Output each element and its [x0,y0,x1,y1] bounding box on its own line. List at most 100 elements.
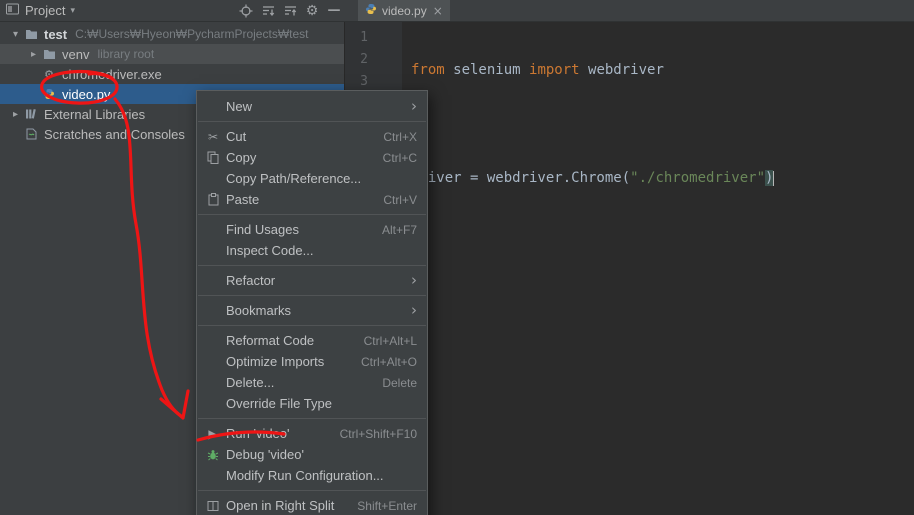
menu-item-label: Reformat Code [226,333,315,348]
menu-item-inspect-code[interactable]: Inspect Code... [197,240,427,261]
menu-item-shortcut: Ctrl+Shift+F10 [339,426,417,441]
menu-separator [198,265,426,266]
split-right-icon [203,500,223,512]
menu-item-label: Modify Run Configuration... [226,468,384,483]
text-cursor [773,171,775,186]
line-number: 1 [360,30,368,45]
menu-separator [198,490,426,491]
menu-item-label: Refactor [226,273,276,288]
project-toolwindow-icon [6,2,19,20]
exe-file-icon: ⚙ [44,67,54,81]
menu-item-delete[interactable]: Delete... Delete [197,372,427,393]
chevron-down-icon[interactable]: ▾ [70,6,75,16]
code-editor[interactable]: from selenium import webdriver driver = … [402,22,914,515]
menu-item-label: Find Usages [226,222,299,237]
menu-item-label: Inspect Code... [226,243,314,258]
menu-item-new[interactable]: New › [197,96,427,117]
menu-item-copy-path-reference[interactable]: Copy Path/Reference... [197,168,427,189]
tree-item-path: C:₩Users₩Hyeon₩PycharmProjects₩test [75,27,309,41]
keyword: import [529,62,580,78]
menu-item-label: Cut [226,129,247,144]
chevron-down-icon[interactable]: ▾ [8,29,23,40]
menu-item-shortcut: Shift+Enter [357,498,417,513]
menu-item-shortcut: Ctrl+X [383,129,417,144]
menu-item-open-in-right-split[interactable]: Open in Right Split Shift+Enter [197,495,427,515]
menu-separator [198,214,426,215]
menu-separator [198,121,426,122]
code-text: ) [765,170,774,186]
tree-item-chromedriver-exe[interactable]: ⚙ chromedriver.exe [0,64,344,84]
copy-icon [203,151,223,164]
menu-item-override-file-type[interactable]: Override File Type [197,393,427,414]
tree-item-label: Scratches and Consoles [44,126,185,142]
menu-item-modify-run-configuration[interactable]: Modify Run Configuration... [197,465,427,486]
tab-video-py[interactable]: video.py × [358,0,450,21]
code-line-1: from selenium import webdriver [411,59,914,81]
top-bar: Project ▾ ⚙ — video.py × [0,0,914,22]
debug-bug-icon [203,449,223,461]
expand-all-icon[interactable] [279,1,301,21]
menu-separator [198,325,426,326]
python-file-icon [365,2,377,20]
menu-item-shortcut: Ctrl+V [383,192,417,207]
menu-separator [198,295,426,296]
menu-item-paste[interactable]: Paste Ctrl+V [197,189,427,210]
run-icon: ▶ [208,426,218,441]
menu-item-reformat-code[interactable]: Reformat Code Ctrl+Alt+L [197,330,427,351]
menu-item-label: Bookmarks [226,303,292,318]
menu-item-bookmarks[interactable]: Bookmarks › [197,300,427,321]
tree-item-label: chromedriver.exe [62,66,162,82]
editor-tab-bar: video.py × [345,0,914,21]
menu-item-copy[interactable]: Copy Ctrl+C [197,147,427,168]
code-text: driver = webdriver.Chrome( [411,170,631,186]
cut-icon: ✂ [207,129,219,144]
context-menu: New › ✂ Cut Ctrl+X Copy Ctrl+C Copy Path… [196,90,428,515]
scratches-icon [23,128,39,140]
chevron-right-icon[interactable]: ▸ [8,109,23,120]
menu-item-shortcut: Ctrl+Alt+O [360,354,417,369]
libraries-icon [23,108,39,120]
hide-panel-icon[interactable]: — [323,1,345,21]
pycharm-window: Project ▾ ⚙ — video.py × ▾ test C:₩Users… [0,0,914,515]
chevron-right-icon[interactable]: ▸ [26,49,41,60]
menu-item-find-usages[interactable]: Find Usages Alt+F7 [197,219,427,240]
menu-item-refactor[interactable]: Refactor › [197,270,427,291]
menu-item-label: Open in Right Split [226,498,335,513]
keyword: from [411,62,445,78]
menu-item-shortcut: Ctrl+C [382,150,417,165]
collapse-all-icon[interactable] [257,1,279,21]
menu-item-debug-video[interactable]: Debug 'video' [197,444,427,465]
folder-icon [23,29,39,40]
tree-item-label: venv [62,46,90,62]
tree-item-label: test [44,26,68,42]
settings-gear-icon[interactable]: ⚙ [301,1,323,21]
menu-item-optimize-imports[interactable]: Optimize Imports Ctrl+Alt+O [197,351,427,372]
editor-area: 1 2 3 from selenium import webdriver dri… [345,22,914,515]
menu-item-label: Run 'video' [226,426,290,441]
tree-item-venv[interactable]: ▸ venv library root [0,44,344,64]
menu-item-label: Copy [226,150,257,165]
menu-item-label: New [226,99,253,114]
tree-item-detail: library root [97,47,155,61]
code-line-3: driver = webdriver.Chrome("./chromedrive… [411,167,914,189]
code-text: selenium [444,62,530,78]
menu-item-label: Delete... [226,375,275,390]
close-icon[interactable]: × [433,4,443,18]
menu-item-shortcut: Ctrl+Alt+L [363,333,417,348]
folder-icon [41,49,57,60]
menu-item-label: Optimize Imports [226,354,325,369]
code-line-2 [411,113,914,135]
paste-icon [203,193,223,206]
locate-file-icon[interactable] [235,1,257,21]
menu-item-label: Debug 'video' [226,447,304,462]
menu-separator [198,418,426,419]
line-number: 2 [360,52,368,67]
submenu-arrow-icon: › [411,271,417,289]
project-panel-title[interactable]: Project [25,3,65,18]
menu-item-run-video[interactable]: ▶ Run 'video' Ctrl+Shift+F10 [197,423,427,444]
menu-item-cut[interactable]: ✂ Cut Ctrl+X [197,126,427,147]
menu-item-label: Override File Type [226,396,332,411]
string-literal: "./chromedriver" [630,170,766,186]
tree-item-test[interactable]: ▾ test C:₩Users₩Hyeon₩PycharmProjects₩te… [0,24,344,44]
menu-item-shortcut: Delete [382,375,417,390]
